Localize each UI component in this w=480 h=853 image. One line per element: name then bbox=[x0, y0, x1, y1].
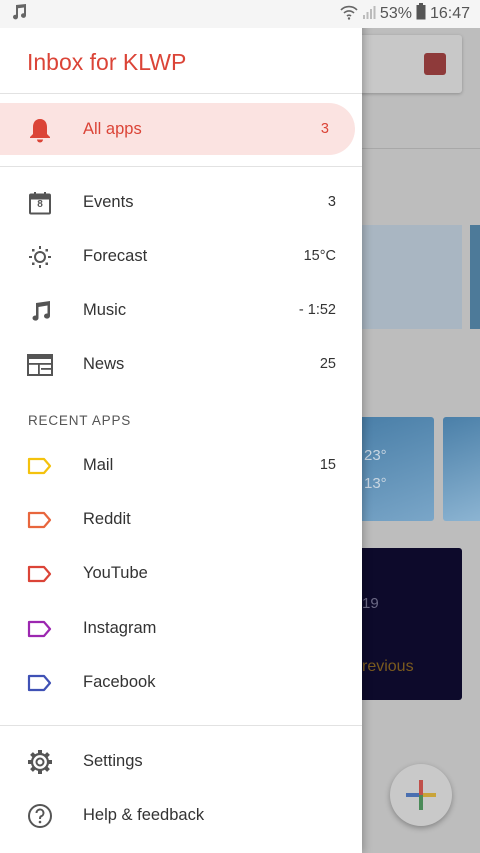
recent-apps-heading: RECENT APPS bbox=[28, 413, 132, 428]
background-card bbox=[470, 225, 480, 329]
drawer-item-label: Reddit bbox=[83, 509, 131, 528]
drawer-item-help-feedback[interactable]: Help & feedback bbox=[0, 789, 362, 841]
drawer-item-label: News bbox=[83, 354, 125, 373]
drawer-item-facebook[interactable]: Facebook bbox=[0, 656, 362, 708]
background-temp-low: 13° bbox=[364, 475, 387, 492]
bell-icon bbox=[27, 117, 53, 143]
drawer-item-youtube[interactable]: YouTube bbox=[0, 547, 362, 599]
background-weather-card bbox=[362, 417, 434, 521]
drawer-item-count: 25 bbox=[319, 356, 336, 372]
drawer-item-label: Events bbox=[83, 192, 134, 211]
navigation-drawer: Inbox for KLWP All apps 3 8 Events 3 For… bbox=[0, 0, 362, 853]
help-icon bbox=[27, 803, 53, 829]
compose-fab-button[interactable] bbox=[390, 764, 452, 826]
battery-icon bbox=[416, 3, 426, 25]
drawer-item-label: Facebook bbox=[83, 672, 156, 691]
music-icon bbox=[27, 298, 53, 324]
label-tag-icon bbox=[27, 670, 53, 696]
drawer-item-music[interactable]: Music - 1:52 bbox=[0, 284, 362, 336]
calendar-icon: 8 bbox=[27, 190, 53, 216]
calendar-day: 8 bbox=[37, 199, 43, 210]
drawer-title: Inbox for KLWP bbox=[27, 49, 187, 75]
klwp-app-icon bbox=[424, 53, 446, 75]
background-number: 19 bbox=[362, 595, 379, 612]
background-divider bbox=[362, 148, 480, 149]
drawer-header: Inbox for KLWP bbox=[0, 28, 362, 94]
drawer-item-mail[interactable]: Mail 15 bbox=[0, 439, 362, 491]
drawer-item-label: All apps bbox=[83, 119, 142, 138]
background-weather-card bbox=[443, 417, 480, 521]
status-bar: 53% 16:47 bbox=[0, 0, 480, 28]
drawer-divider bbox=[0, 725, 362, 726]
drawer-item-news[interactable]: News 25 bbox=[0, 338, 362, 390]
drawer-item-label: Mail bbox=[83, 455, 114, 474]
background-previous-label: revious bbox=[362, 658, 414, 675]
drawer-item-label: Settings bbox=[83, 751, 143, 770]
clock: 16:47 bbox=[429, 5, 470, 22]
sun-icon bbox=[27, 244, 53, 270]
drawer-item-instagram[interactable]: Instagram bbox=[0, 602, 362, 654]
news-icon bbox=[27, 352, 53, 378]
drawer-item-label: Music bbox=[83, 300, 127, 319]
status-indicators: 53% 16:47 bbox=[340, 3, 470, 25]
plus-icon bbox=[406, 780, 436, 810]
drawer-item-settings[interactable]: Settings bbox=[0, 735, 362, 787]
drawer-item-label: Instagram bbox=[83, 618, 157, 637]
background-card bbox=[362, 225, 462, 329]
signal-icon bbox=[362, 4, 376, 25]
drawer-item-count: 3 bbox=[320, 121, 329, 137]
drawer-item-label: Forecast bbox=[83, 246, 148, 265]
label-tag-icon bbox=[27, 453, 53, 479]
drawer-item-all-apps[interactable]: All apps 3 bbox=[0, 103, 355, 155]
wifi-icon bbox=[340, 4, 358, 25]
drawer-item-count: 15°C bbox=[303, 248, 336, 264]
background-temp-high: 23° bbox=[364, 447, 387, 464]
drawer-item-label: Help & feedback bbox=[83, 805, 205, 824]
music-note-icon bbox=[10, 3, 28, 26]
drawer-divider bbox=[0, 166, 362, 167]
drawer-item-reddit[interactable]: Reddit bbox=[0, 493, 362, 545]
drawer-item-forecast[interactable]: Forecast 15°C bbox=[0, 230, 362, 282]
background-music-card bbox=[362, 548, 462, 700]
gear-icon bbox=[27, 749, 53, 775]
drawer-item-count: - 1:52 bbox=[298, 302, 336, 318]
drawer-item-events[interactable]: 8 Events 3 bbox=[0, 176, 362, 228]
drawer-item-label: YouTube bbox=[83, 563, 148, 582]
label-tag-icon bbox=[27, 507, 53, 533]
label-tag-icon bbox=[27, 561, 53, 587]
drawer-item-count: 15 bbox=[319, 457, 336, 473]
battery-percent: 53% bbox=[379, 5, 412, 22]
label-tag-icon bbox=[27, 616, 53, 642]
drawer-item-count: 3 bbox=[327, 194, 336, 210]
